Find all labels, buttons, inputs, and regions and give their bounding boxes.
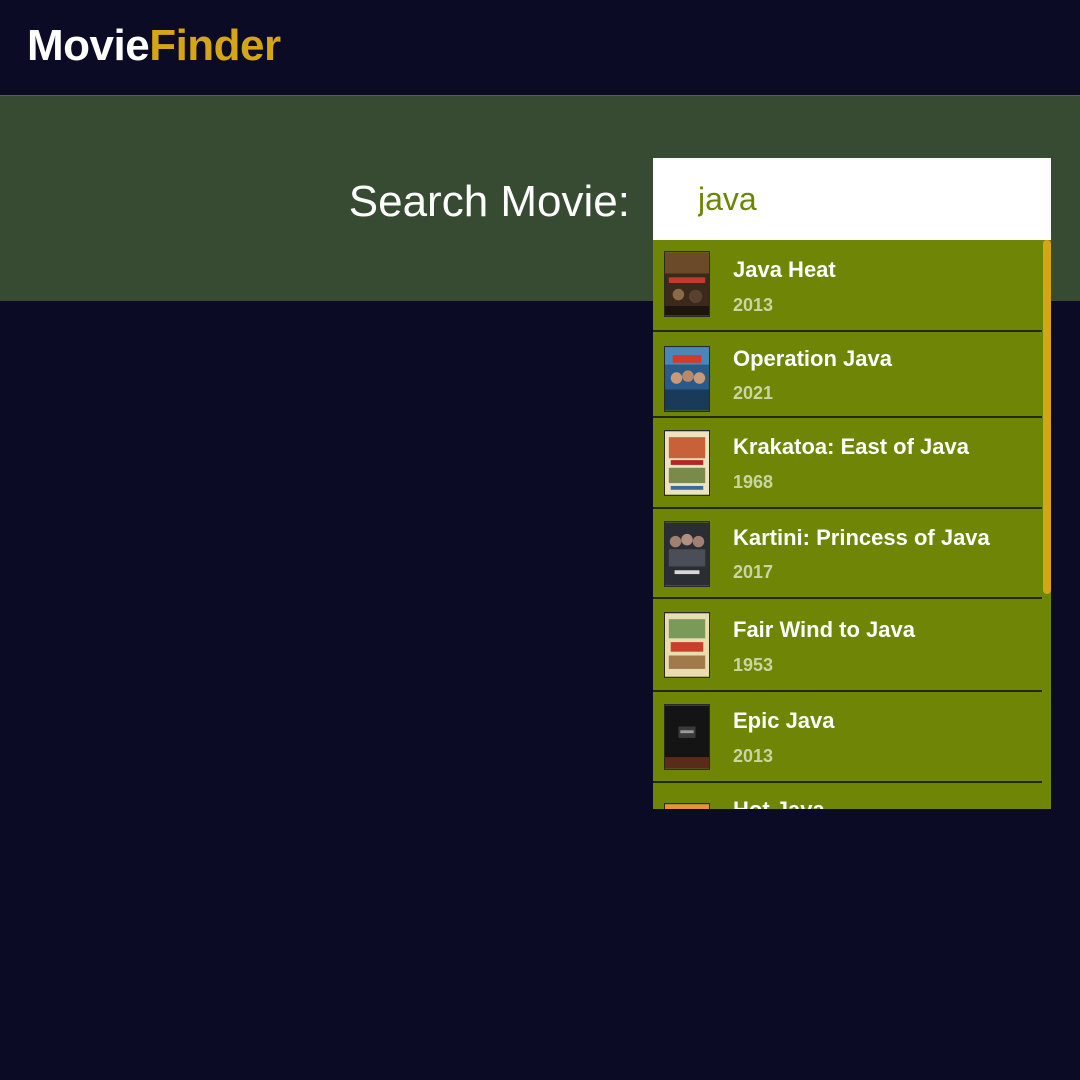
result-year: 2013 bbox=[733, 295, 774, 315]
result-title: Krakatoa: East of Java bbox=[733, 434, 969, 459]
search-input[interactable] bbox=[653, 158, 1051, 240]
app: MovieFinder Search Movie: Java Heat 2013 bbox=[0, 0, 1080, 1080]
result-item[interactable]: Hot Java bbox=[653, 783, 1042, 809]
poster-java-heat-icon bbox=[664, 251, 710, 317]
results-list: Java Heat 2013 Operation Java 2021 Kraka… bbox=[653, 240, 1042, 809]
poster-hot-java-icon bbox=[664, 803, 710, 809]
search-results-dropdown[interactable]: Java Heat 2013 Operation Java 2021 Kraka… bbox=[653, 240, 1051, 809]
result-title: Hot Java bbox=[733, 797, 825, 809]
result-item[interactable]: Operation Java 2021 bbox=[653, 332, 1042, 418]
result-item[interactable]: Epic Java 2013 bbox=[653, 692, 1042, 783]
result-title: Kartini: Princess of Java bbox=[733, 525, 990, 550]
logo-part-finder: Finder bbox=[149, 21, 281, 70]
result-item[interactable]: Kartini: Princess of Java 2017 bbox=[653, 509, 1042, 599]
logo-part-movie: Movie bbox=[27, 21, 150, 70]
result-title: Java Heat bbox=[733, 257, 836, 282]
search-label: Search Movie: bbox=[348, 177, 630, 226]
result-item[interactable]: Java Heat 2013 bbox=[653, 240, 1042, 332]
poster-epic-java-icon bbox=[664, 704, 710, 770]
poster-operation-java-icon bbox=[664, 346, 710, 412]
poster-fair-wind-icon bbox=[664, 612, 710, 678]
logo[interactable]: MovieFinder bbox=[27, 22, 281, 70]
result-item[interactable]: Krakatoa: East of Java 1968 bbox=[653, 418, 1042, 509]
poster-kartini-icon bbox=[664, 521, 710, 587]
header: MovieFinder bbox=[0, 0, 1080, 96]
result-year: 2017 bbox=[733, 562, 774, 582]
result-item[interactable]: Fair Wind to Java 1953 bbox=[653, 599, 1042, 692]
result-year: 2021 bbox=[733, 383, 774, 403]
poster-krakatoa-icon bbox=[664, 430, 710, 496]
result-title: Operation Java bbox=[733, 346, 892, 371]
result-title: Fair Wind to Java bbox=[733, 617, 915, 642]
result-year: 1968 bbox=[733, 472, 774, 492]
scrollbar-thumb[interactable] bbox=[1043, 240, 1051, 594]
result-year: 2013 bbox=[733, 746, 774, 766]
result-year: 1953 bbox=[733, 655, 774, 675]
result-title: Epic Java bbox=[733, 708, 835, 733]
